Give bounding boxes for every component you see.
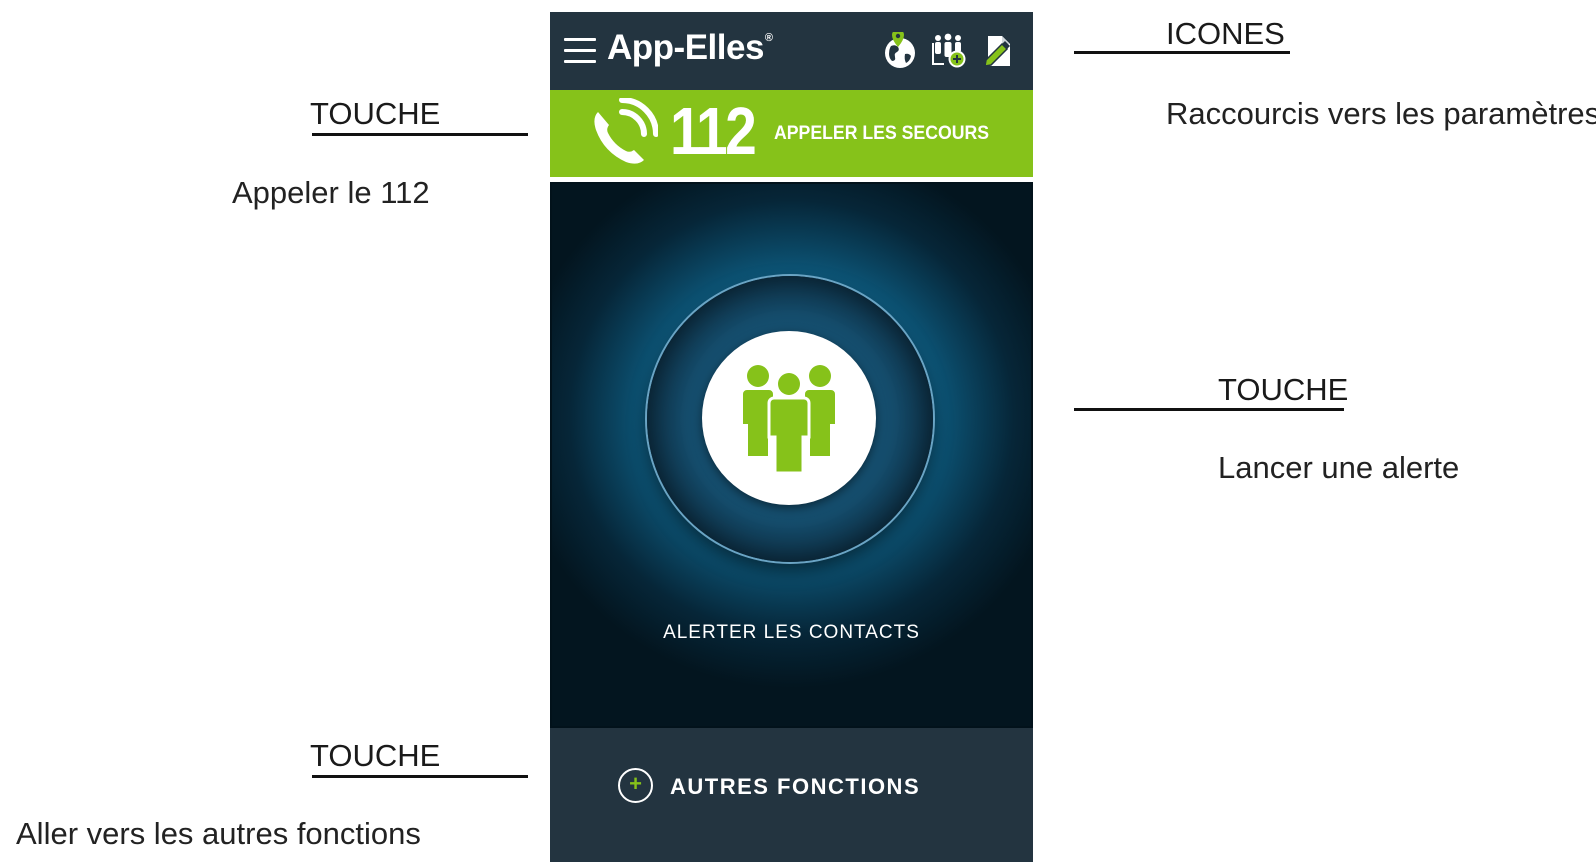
annotation-alert-description: Lancer une alerte	[1218, 450, 1460, 485]
emergency-number: 112	[670, 94, 757, 169]
annotation-alert-line	[1074, 408, 1344, 411]
trademark-symbol: ®	[764, 32, 773, 44]
annotation-more-title: TOUCHE	[310, 738, 441, 773]
app-screen: App-Elles® 112 APPELER LES SECOURS ALERT…	[550, 12, 1033, 862]
app-logo: App-Elles®	[607, 28, 773, 68]
annotation-alert-title: TOUCHE	[1218, 372, 1349, 407]
alert-button-label: ALERTER LES CONTACTS	[663, 622, 920, 643]
call-button-label: APPELER LES SECOURS	[774, 123, 990, 144]
annotation-call-title: TOUCHE	[310, 96, 441, 131]
menu-icon[interactable]	[564, 37, 596, 63]
annotation-more-description: Aller vers les autres fonctions	[16, 816, 421, 851]
plus-circle-icon: +	[618, 768, 653, 803]
app-header: App-Elles®	[550, 12, 1033, 90]
annotation-icons-description: Raccourcis vers les paramètres	[1166, 96, 1596, 131]
contacts-group-icon	[743, 365, 835, 475]
annotation-icons-title: ICONES	[1166, 16, 1285, 51]
other-functions-label: AUTRES FONCTIONS	[670, 774, 921, 799]
alert-panel: ALERTER LES CONTACTS	[550, 182, 1033, 728]
app-name: App-Elles	[607, 28, 764, 67]
group-add-icon[interactable]	[930, 32, 968, 70]
annotation-call-line	[312, 133, 528, 136]
phone-call-icon	[594, 98, 658, 164]
edit-document-icon[interactable]	[980, 32, 1018, 70]
call-112-button[interactable]: 112 APPELER LES SECOURS	[550, 90, 1033, 177]
annotation-icons-line	[1074, 51, 1290, 54]
other-functions-button[interactable]: + AUTRES FONCTIONS	[550, 728, 1033, 862]
globe-location-icon[interactable]	[881, 29, 919, 70]
annotation-call-description: Appeler le 112	[232, 175, 430, 210]
alert-contacts-button[interactable]	[647, 276, 933, 562]
annotation-more-line	[312, 775, 528, 778]
alert-button-core	[702, 331, 876, 505]
